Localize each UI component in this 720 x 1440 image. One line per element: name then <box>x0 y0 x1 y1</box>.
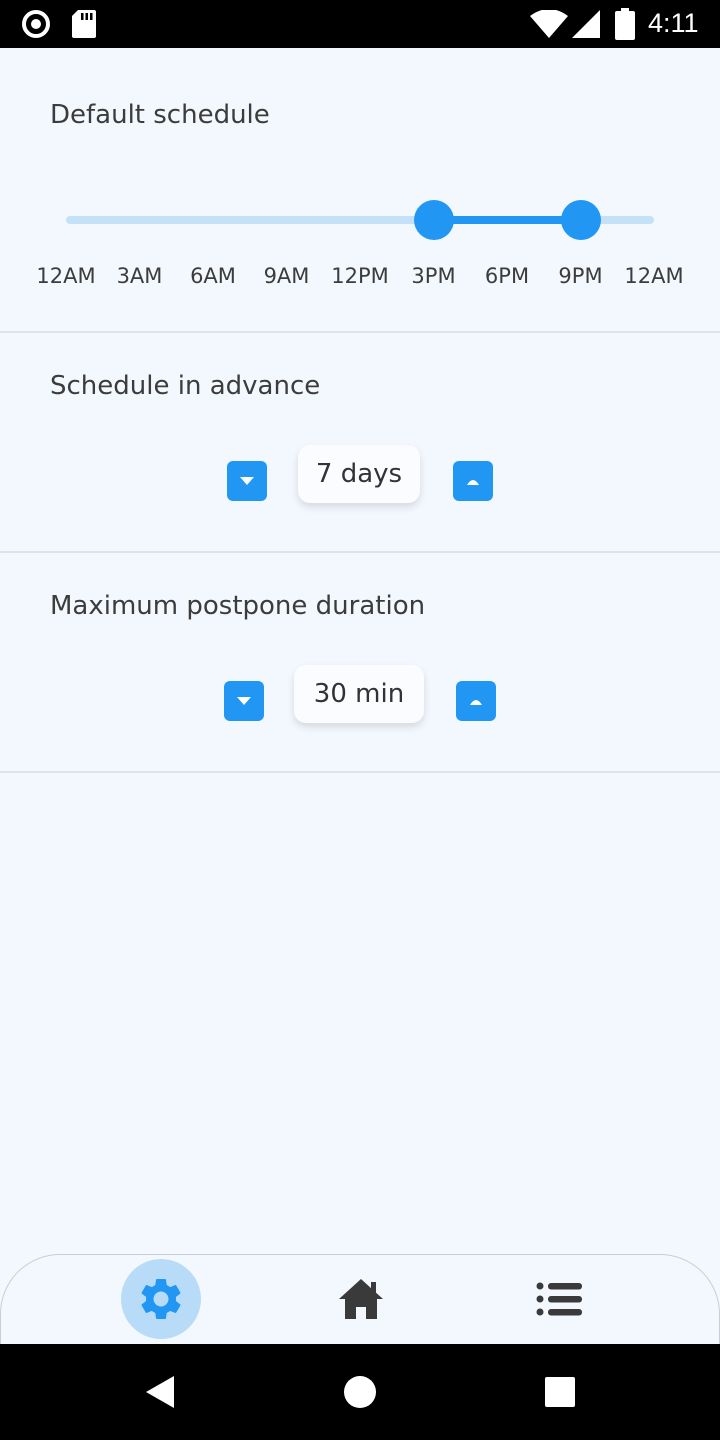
tick-label: 6AM <box>190 264 236 288</box>
chevron-down-icon <box>240 477 254 485</box>
max-postpone-stepper: 30 min <box>0 665 720 725</box>
decrease-postpone-button[interactable] <box>224 681 264 721</box>
chevron-up-icon <box>467 479 479 485</box>
max-postpone-title: Maximum postpone duration <box>50 591 426 621</box>
tick-label: 6PM <box>484 264 530 288</box>
gear-icon <box>141 1279 181 1319</box>
tick-label: 3AM <box>116 264 163 288</box>
schedule-in-advance-section: Schedule in advance 7 days <box>0 333 720 553</box>
bottom-navigation <box>0 1254 720 1344</box>
tick-label: 12AM <box>624 264 684 288</box>
chevron-up-icon <box>470 699 482 705</box>
list-icon <box>536 1282 582 1316</box>
home-icon <box>339 1279 383 1319</box>
tick-label: 12PM <box>331 264 389 288</box>
increase-postpone-button[interactable] <box>456 681 496 721</box>
slider-selected-range <box>433 216 581 224</box>
slider-end-thumb[interactable] <box>560 200 601 240</box>
days-value: 7 days <box>298 445 420 503</box>
slider-start-thumb[interactable] <box>413 200 454 240</box>
tick-label: 3PM <box>411 264 456 288</box>
battery-icon <box>615 8 635 40</box>
back-icon[interactable] <box>144 1374 176 1410</box>
record-icon <box>22 10 50 38</box>
tick-label: 9PM <box>558 264 603 288</box>
tick-label: 12AM <box>36 264 96 288</box>
nav-settings[interactable] <box>121 1259 201 1339</box>
decrease-days-button[interactable] <box>227 461 267 501</box>
postpone-value: 30 min <box>294 665 424 723</box>
max-postpone-section: Maximum postpone duration 30 min <box>0 553 720 773</box>
wifi-icon <box>530 10 568 38</box>
default-schedule-title: Default schedule <box>50 100 270 130</box>
increase-days-button[interactable] <box>453 461 493 501</box>
signal-icon <box>572 10 600 38</box>
default-schedule-section: Default schedule 12AM 3AM 6AM 9AM 12PM 3PM 6PM… <box>0 48 720 333</box>
schedule-in-advance-title: Schedule in advance <box>50 371 321 401</box>
nav-list[interactable] <box>520 1259 600 1339</box>
schedule-in-advance-stepper: 7 days <box>0 445 720 505</box>
tick-label: 9AM <box>263 264 310 288</box>
chevron-down-icon <box>237 697 251 705</box>
system-navigation-bar <box>0 1344 720 1440</box>
slider-tick-labels: 12AM 3AM 6AM 9AM 12PM 3PM 6PM 9PM 12AM <box>0 264 720 294</box>
sd-card-icon <box>72 10 96 38</box>
status-bar: 4:11 <box>0 0 720 48</box>
home-circle-icon[interactable] <box>342 1374 378 1410</box>
app-screen: 4:11 Default schedule 12AM 3AM 6AM 9AM 12PM 3… <box>0 0 720 1440</box>
recents-icon[interactable] <box>544 1376 576 1408</box>
schedule-range-slider[interactable] <box>66 200 654 240</box>
nav-home[interactable] <box>321 1259 401 1339</box>
status-clock: 4:11 <box>648 8 699 38</box>
